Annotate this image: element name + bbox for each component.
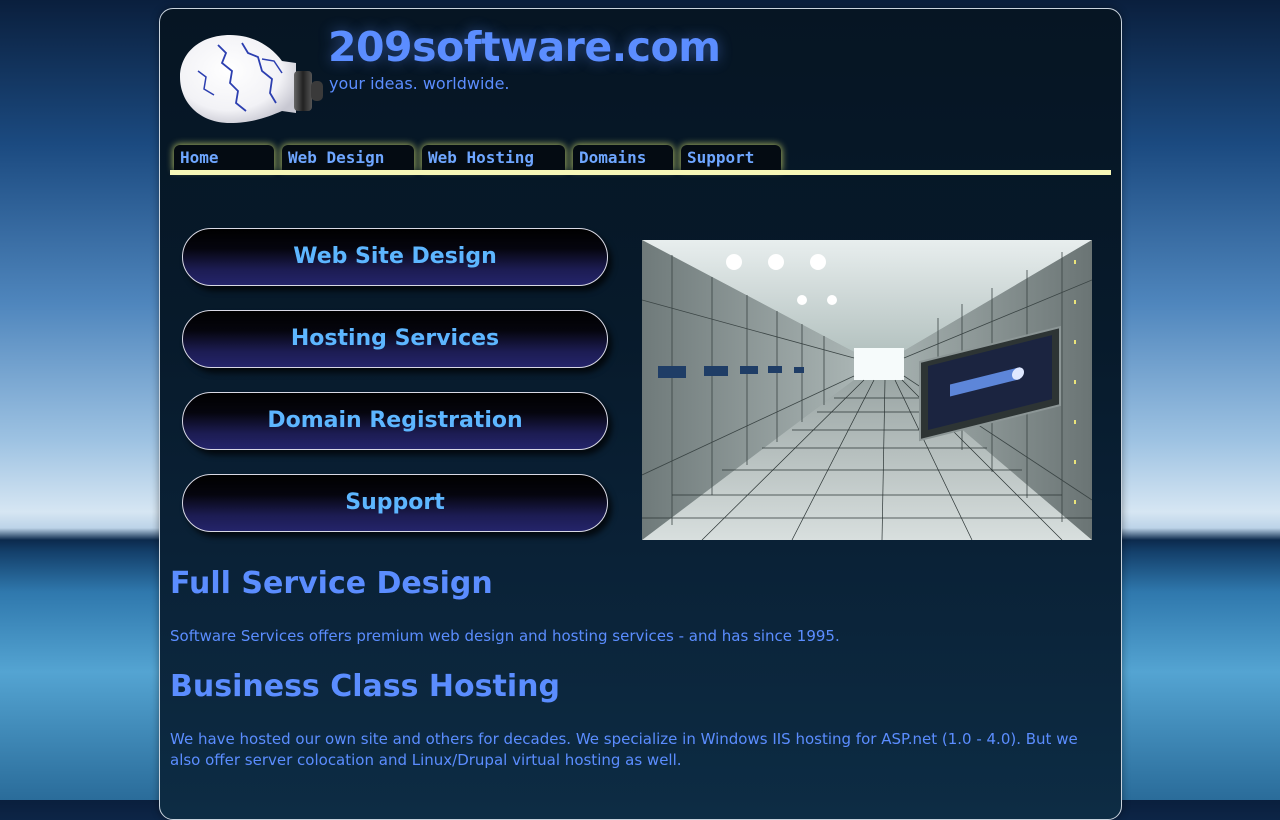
site-title: 209software.com xyxy=(328,23,721,71)
tab-web-hosting[interactable]: Web Hosting xyxy=(422,145,565,170)
nav-underline xyxy=(170,170,1111,175)
full-service-design-heading: Full Service Design xyxy=(170,566,493,601)
business-class-hosting-heading: Business Class Hosting xyxy=(170,669,560,704)
tab-support[interactable]: Support xyxy=(681,145,781,170)
tab-domains[interactable]: Domains xyxy=(573,145,673,170)
lightbulb-globe-icon xyxy=(178,31,328,131)
server-room-image xyxy=(641,240,1093,541)
main-panel: 209software.com your ideas. worldwide. H… xyxy=(159,8,1122,820)
full-service-design-text: Software Services offers premium web des… xyxy=(170,627,840,645)
web-site-design-button[interactable]: Web Site Design xyxy=(182,228,608,286)
tab-home[interactable]: Home xyxy=(174,145,274,170)
main-nav: Home Web Design Web Hosting Domains Supp… xyxy=(170,145,1111,183)
tab-web-design[interactable]: Web Design xyxy=(282,145,414,170)
support-button[interactable]: Support xyxy=(182,474,608,532)
site-tagline: your ideas. worldwide. xyxy=(329,74,510,93)
business-class-hosting-text: We have hosted our own site and others f… xyxy=(170,730,1078,769)
domain-registration-button[interactable]: Domain Registration xyxy=(182,392,608,450)
hosting-services-button[interactable]: Hosting Services xyxy=(182,310,608,368)
